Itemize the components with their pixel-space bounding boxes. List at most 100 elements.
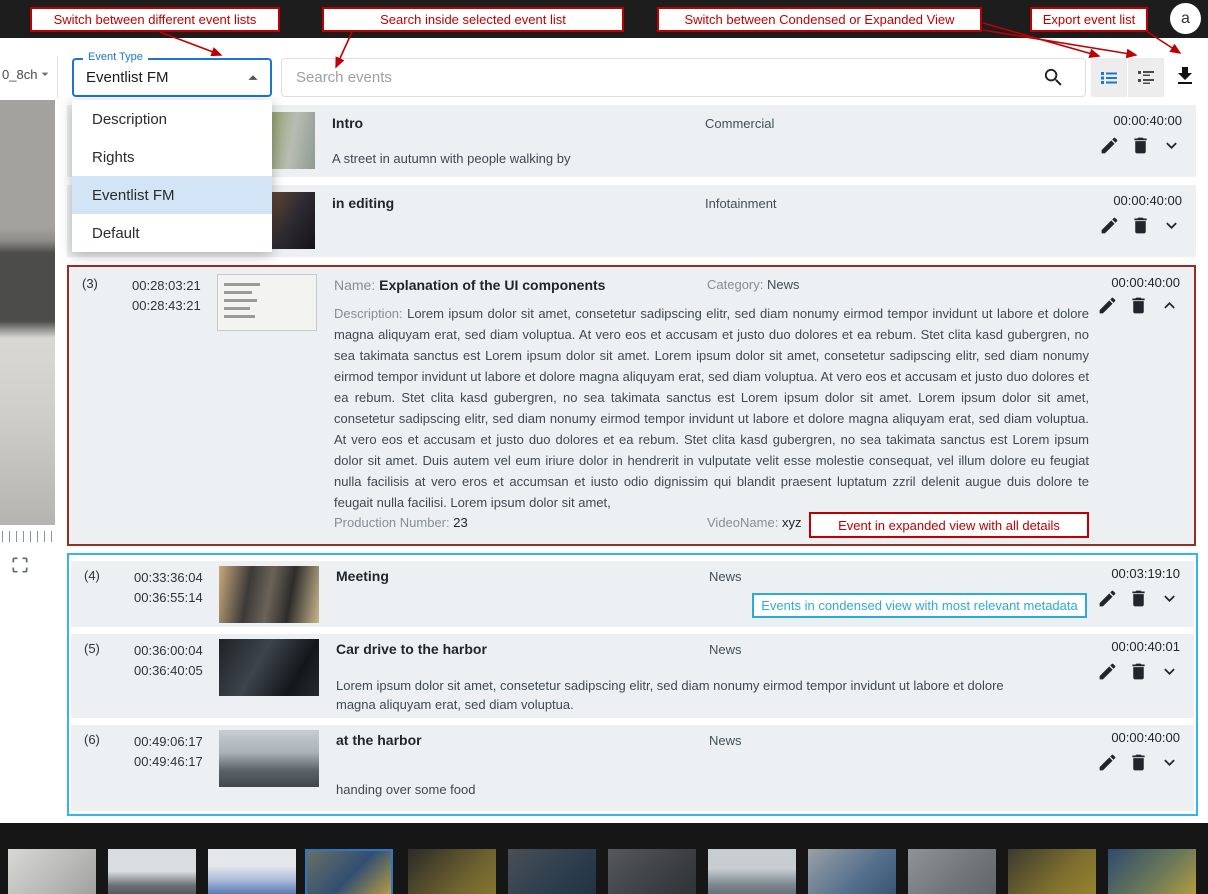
edit-event-button[interactable]: [1096, 752, 1118, 774]
delete-event-button[interactable]: [1127, 295, 1149, 317]
timecode-out: 00:36:55:14: [134, 588, 203, 608]
annotation-view-toggle: Switch between Condensed or Expanded Vie…: [657, 7, 982, 32]
chevron-down-icon: [1159, 752, 1180, 773]
edit-event-button[interactable]: [1096, 588, 1118, 610]
event-name: Explanation of the UI components: [379, 277, 605, 293]
top-annotation-bar: Switch between different event lists Sea…: [0, 0, 1208, 38]
event-type-select[interactable]: Event Type Eventlist FM: [72, 58, 272, 97]
event-row: (4) 00:33:36:04 00:36:55:14 Meeting News…: [71, 561, 1194, 627]
timecode-in: 00:49:06:17: [134, 732, 203, 752]
pencil-icon: [1097, 752, 1118, 773]
dropdown-option-eventlist-fm[interactable]: Eventlist FM: [72, 176, 272, 214]
event-category: Infotainment: [705, 196, 777, 211]
pencil-icon: [1097, 661, 1118, 682]
event-timecodes: 00:28:03:21 00:28:43:21: [132, 276, 201, 316]
condensed-group: (4) 00:33:36:04 00:36:55:14 Meeting News…: [67, 553, 1198, 816]
event-category-line: Category: News: [707, 277, 800, 292]
timecode-in: 00:28:03:21: [132, 276, 201, 296]
export-button[interactable]: [1170, 61, 1200, 93]
event-number: (3): [82, 276, 98, 291]
filmstrip-thumbnail[interactable]: [908, 849, 996, 894]
dropdown-option-description[interactable]: Description: [72, 100, 272, 138]
event-category: News: [709, 569, 742, 584]
event-description-block: Description: Lorem ipsum dolor sit amet,…: [334, 303, 1089, 513]
filmstrip-thumbnail[interactable]: [208, 849, 296, 894]
edit-event-button[interactable]: [1096, 295, 1118, 317]
event-category: News: [709, 642, 742, 657]
delete-event-button[interactable]: [1127, 588, 1149, 610]
download-icon: [1173, 64, 1197, 88]
filmstrip-thumbnail[interactable]: [1008, 849, 1096, 894]
event-name-line: Name: Explanation of the UI components: [334, 277, 605, 293]
chevron-down-icon: [1159, 661, 1180, 682]
expand-event-button[interactable]: [1160, 215, 1182, 237]
filmstrip-thumbnail-selected[interactable]: [305, 849, 393, 894]
trash-icon: [1130, 135, 1151, 156]
edit-event-button[interactable]: [1098, 135, 1120, 157]
filmstrip-thumbnail[interactable]: [608, 849, 696, 894]
clip-name-label: 0_8ch: [2, 67, 37, 82]
delete-event-button[interactable]: [1127, 752, 1149, 774]
filmstrip-thumbnail[interactable]: [508, 849, 596, 894]
callout-condensed-view: Events in condensed view with most relev…: [752, 593, 1087, 618]
filmstrip: [0, 823, 1208, 894]
expand-event-button[interactable]: [1158, 752, 1180, 774]
filmstrip-thumbnail[interactable]: [808, 849, 896, 894]
dropdown-option-rights[interactable]: Rights: [72, 138, 272, 176]
delete-event-button[interactable]: [1129, 135, 1151, 157]
application-window: Switch between different event lists Sea…: [0, 0, 1208, 894]
event-thumbnail: [219, 566, 319, 623]
event-duration: 00:00:40:01: [1111, 639, 1180, 654]
avatar[interactable]: a: [1170, 3, 1201, 34]
edit-event-button[interactable]: [1098, 215, 1120, 237]
expand-event-button[interactable]: [1160, 135, 1182, 157]
chevron-down-icon: [1161, 135, 1182, 156]
event-duration: 00:00:40:00: [1113, 193, 1182, 208]
event-thumbnail: [217, 274, 317, 331]
search-icon[interactable]: [1042, 66, 1065, 89]
expand-event-button[interactable]: [1158, 588, 1180, 610]
chevron-up-icon: [1159, 295, 1180, 316]
video-name-line: VideoName: xyz: [707, 515, 801, 530]
event-category: News: [767, 277, 800, 292]
production-number: 23: [453, 515, 467, 530]
collapse-event-button[interactable]: [1158, 295, 1180, 317]
dropdown-option-default[interactable]: Default: [72, 214, 272, 252]
expanded-view-button[interactable]: [1128, 58, 1164, 97]
callout-expanded-view: Event in expanded view with all details: [809, 512, 1089, 538]
filmstrip-thumbnail[interactable]: [1108, 849, 1196, 894]
delete-event-button[interactable]: [1127, 661, 1149, 683]
search-input[interactable]: [282, 59, 1022, 96]
video-name-label: VideoName:: [707, 515, 778, 530]
expanded-view-icon: [1134, 66, 1158, 90]
chevron-down-icon: [1161, 215, 1182, 236]
filmstrip-thumbnail[interactable]: [708, 849, 796, 894]
pencil-icon: [1099, 215, 1120, 236]
fit-view-button[interactable]: [8, 554, 32, 578]
event-description: Lorem ipsum dolor sit amet, consetetur s…: [336, 676, 1046, 714]
event-duration: 00:00:40:00: [1113, 113, 1182, 128]
event-timecodes: 00:49:06:17 00:49:46:17: [134, 732, 203, 772]
filmstrip-thumbnail[interactable]: [8, 849, 96, 894]
edit-event-button[interactable]: [1096, 661, 1118, 683]
timecode-out: 00:28:43:21: [132, 296, 201, 316]
condensed-view-button[interactable]: [1091, 58, 1127, 97]
production-number-line: Production Number: 23: [334, 515, 468, 530]
event-number: (6): [84, 732, 100, 747]
event-duration: 00:00:40:00: [1111, 730, 1180, 745]
event-row: (5) 00:36:00:04 00:36:40:05 Car drive to…: [71, 634, 1194, 718]
delete-event-button[interactable]: [1129, 215, 1151, 237]
event-name: at the harbor: [336, 732, 422, 748]
crop-free-icon: [10, 555, 30, 575]
event-duration: 00:00:40:00: [1111, 275, 1180, 290]
event-row: (6) 00:49:06:17 00:49:46:17 at the harbo…: [71, 725, 1194, 811]
filmstrip-thumbnail[interactable]: [408, 849, 496, 894]
video-name: xyz: [782, 515, 802, 530]
clip-name[interactable]: 0_8ch: [2, 66, 53, 82]
condensed-view-icon: [1097, 66, 1121, 90]
event-description: Lorem ipsum dolor sit amet, consetetur s…: [334, 306, 1089, 510]
annotation-search-events: Search inside selected event list: [322, 7, 624, 32]
expand-event-button[interactable]: [1158, 661, 1180, 683]
filmstrip-thumbnail[interactable]: [108, 849, 196, 894]
trash-icon: [1130, 215, 1151, 236]
